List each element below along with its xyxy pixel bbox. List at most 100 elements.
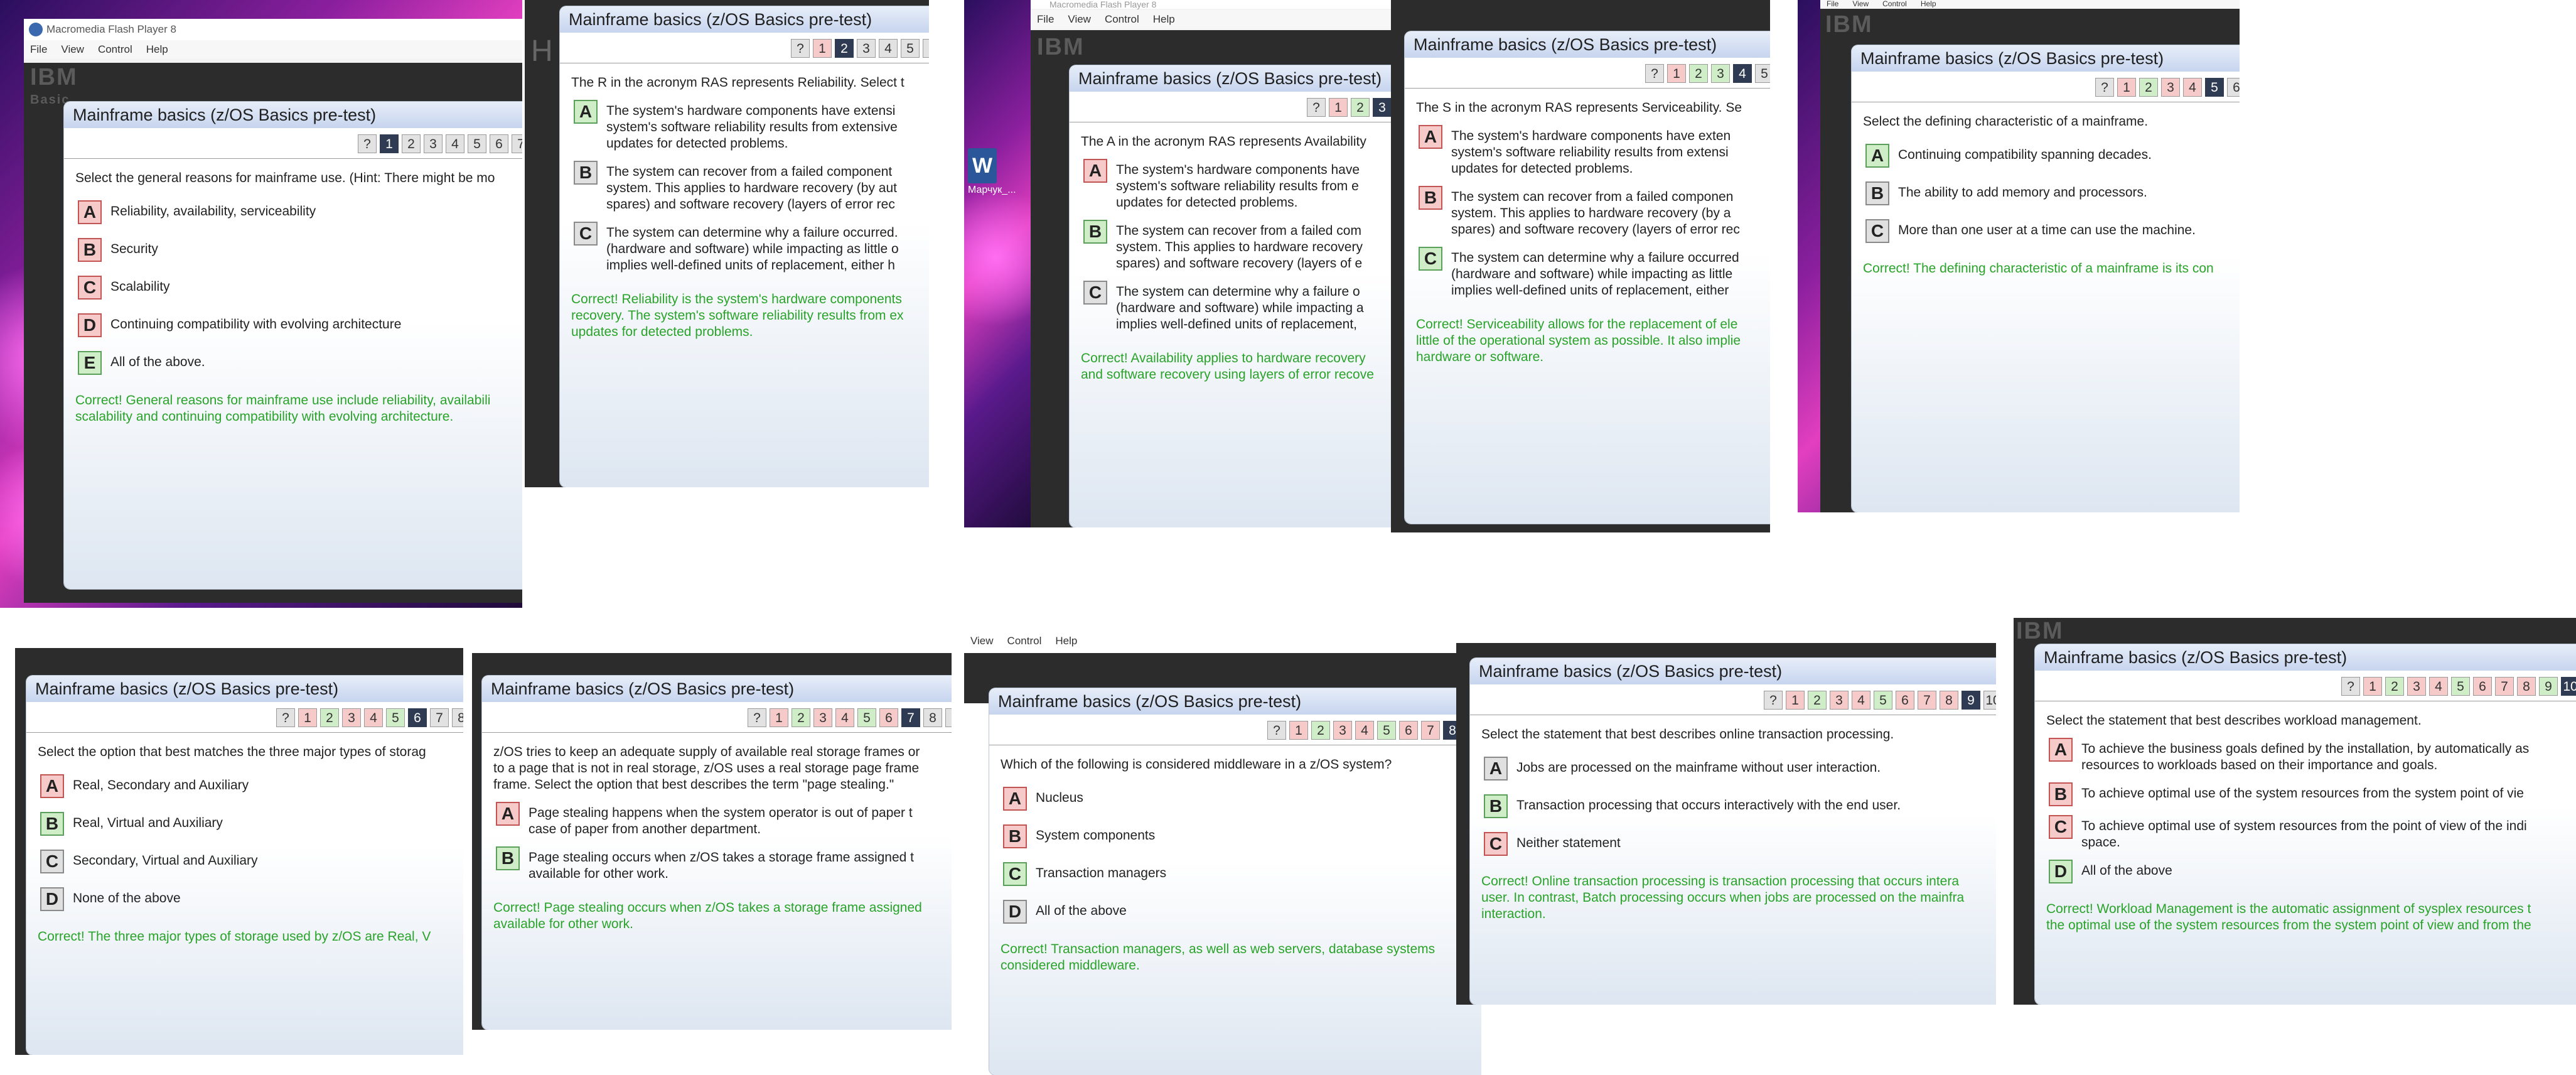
nav-help-button[interactable]: ? bbox=[2341, 677, 2360, 696]
nav-question-2-button[interactable]: 2 bbox=[835, 39, 854, 58]
nav-question-6-button[interactable]: 6 bbox=[1896, 691, 1914, 710]
menu-view[interactable]: View bbox=[970, 635, 994, 647]
answer-option-c[interactable]: C The system can determine why a failure … bbox=[1405, 238, 1770, 299]
nav-question-1-button[interactable]: 1 bbox=[298, 708, 317, 727]
menu-help[interactable]: Help bbox=[1055, 635, 1077, 647]
answer-option-a[interactable]: A Page stealing happens when the system o… bbox=[482, 793, 952, 838]
nav-question-5-button[interactable]: 5 bbox=[1377, 721, 1396, 740]
nav-question-2-button[interactable]: 2 bbox=[2385, 677, 2404, 696]
nav-question-7-button[interactable]: 7 bbox=[430, 708, 449, 727]
menu-control[interactable]: Control bbox=[1882, 0, 1907, 8]
answer-letter-b[interactable]: B bbox=[40, 812, 64, 836]
answer-option-b[interactable]: B Page stealing occurs when z/OS takes a … bbox=[482, 838, 952, 882]
menu-help[interactable]: Help bbox=[1921, 0, 1936, 8]
nav-question-1-button[interactable]: 1 bbox=[813, 39, 832, 58]
nav-question-7-button[interactable]: 7 bbox=[901, 708, 920, 727]
answer-option-b[interactable]: B System components bbox=[989, 811, 1481, 848]
menu-control[interactable]: Control bbox=[98, 43, 132, 56]
nav-question-3-button[interactable]: 3 bbox=[424, 134, 443, 153]
nav-help-button[interactable]: ? bbox=[276, 708, 295, 727]
answer-option-b[interactable]: B The system can recover from a failed co… bbox=[1405, 177, 1770, 238]
nav-question-9-button[interactable]: 9 bbox=[1962, 691, 1980, 710]
answer-letter-d[interactable]: D bbox=[1003, 900, 1027, 924]
menu-file[interactable]: File bbox=[30, 43, 47, 56]
answer-letter-c[interactable]: C bbox=[1083, 281, 1107, 305]
menu-help[interactable]: Help bbox=[1153, 13, 1175, 26]
nav-question-5-button[interactable]: 5 bbox=[468, 134, 486, 153]
menu-help[interactable]: Help bbox=[146, 43, 168, 56]
nav-help-button[interactable]: ? bbox=[1645, 64, 1664, 83]
nav-question-5-button[interactable]: 5 bbox=[2451, 677, 2470, 696]
word-document-icon[interactable]: W Марчук_... bbox=[968, 148, 1016, 196]
nav-question-4-button[interactable]: 4 bbox=[1355, 721, 1374, 740]
nav-question-3-button[interactable]: 3 bbox=[2407, 677, 2426, 696]
nav-question-7-button[interactable]: 7 bbox=[1421, 721, 1440, 740]
answer-letter-a[interactable]: A bbox=[1083, 159, 1107, 183]
nav-question-1-button[interactable]: 1 bbox=[2363, 677, 2382, 696]
answer-letter-c[interactable]: C bbox=[2049, 815, 2073, 839]
answer-option-b[interactable]: B The ability to add memory and processor… bbox=[1852, 168, 2240, 205]
answer-letter-a[interactable]: A bbox=[496, 802, 520, 826]
menu-file[interactable]: File bbox=[1827, 0, 1838, 8]
menu-control[interactable]: Control bbox=[1007, 635, 1042, 647]
answer-option-c[interactable]: C The system can determine why a failure … bbox=[1070, 272, 1391, 333]
nav-question-2-button[interactable]: 2 bbox=[1689, 64, 1708, 83]
nav-question-3-button[interactable]: 3 bbox=[857, 39, 876, 58]
answer-letter-a[interactable]: A bbox=[40, 774, 64, 798]
answer-letter-c[interactable]: C bbox=[1484, 832, 1508, 856]
nav-question-3-button[interactable]: 3 bbox=[1830, 691, 1849, 710]
answer-option-b[interactable]: B To achieve optimal use of the system re… bbox=[2035, 774, 2576, 806]
nav-question-7-button[interactable]: 7 bbox=[2495, 677, 2514, 696]
menu-control[interactable]: Control bbox=[1105, 13, 1139, 26]
nav-question-4-button[interactable]: 4 bbox=[446, 134, 464, 153]
answer-letter-c[interactable]: C bbox=[1419, 247, 1442, 271]
nav-question-5-button[interactable]: 5 bbox=[2205, 78, 2224, 97]
nav-question-6-button[interactable]: 6 bbox=[408, 708, 427, 727]
nav-question-6-button[interactable]: 6 bbox=[490, 134, 508, 153]
answer-option-a[interactable]: A The system's hardware components have e… bbox=[560, 91, 929, 152]
nav-question-3-button[interactable]: 3 bbox=[2161, 78, 2180, 97]
answer-option-a[interactable]: A Jobs are processed on the mainframe wit… bbox=[1470, 743, 1996, 781]
answer-letter-b[interactable]: B bbox=[1003, 824, 1027, 848]
answer-option-d[interactable]: D Continuing compatibility with evolving … bbox=[64, 300, 522, 337]
answer-letter-b[interactable]: B bbox=[496, 846, 520, 870]
nav-question-7-button[interactable]: 7 bbox=[1918, 691, 1936, 710]
nav-help-button[interactable]: ? bbox=[1764, 691, 1783, 710]
nav-question-6-button[interactable]: 6 bbox=[1399, 721, 1418, 740]
nav-question-8-button[interactable]: 8 bbox=[923, 708, 942, 727]
nav-question-3-button[interactable]: 3 bbox=[813, 708, 832, 727]
nav-question-8-button[interactable]: 8 bbox=[2517, 677, 2536, 696]
answer-letter-b[interactable]: B bbox=[1484, 794, 1508, 818]
menu-view[interactable]: View bbox=[1068, 13, 1091, 26]
nav-question-5-button[interactable]: 5 bbox=[1755, 64, 1770, 83]
nav-question-1-button[interactable]: 1 bbox=[1667, 64, 1686, 83]
nav-question-3-button[interactable]: 3 bbox=[1711, 64, 1730, 83]
nav-question-9-button[interactable]: 9 bbox=[2539, 677, 2558, 696]
nav-question-7-button[interactable]: 7 bbox=[512, 134, 522, 153]
nav-question-5-button[interactable]: 5 bbox=[901, 39, 920, 58]
nav-question-2-button[interactable]: 2 bbox=[402, 134, 421, 153]
answer-letter-b[interactable]: B bbox=[78, 238, 102, 262]
nav-question-9-button[interactable]: 9 bbox=[945, 708, 952, 727]
nav-help-button[interactable]: ? bbox=[1267, 721, 1286, 740]
menu-view[interactable]: View bbox=[61, 43, 84, 56]
nav-help-button[interactable]: ? bbox=[358, 134, 377, 153]
nav-question-6-button[interactable]: 6 bbox=[2473, 677, 2492, 696]
answer-option-a[interactable]: A Real, Secondary and Auxiliary bbox=[26, 760, 463, 798]
answer-option-a[interactable]: A Reliability, availability, serviceabili… bbox=[64, 186, 522, 224]
nav-question-3-button[interactable]: 3 bbox=[342, 708, 361, 727]
answer-option-c[interactable]: C Scalability bbox=[64, 262, 522, 300]
nav-question-1-button[interactable]: 1 bbox=[380, 134, 399, 153]
nav-question-4-button[interactable]: 4 bbox=[1733, 64, 1752, 83]
nav-help-button[interactable]: ? bbox=[1307, 98, 1326, 117]
nav-question-1-button[interactable]: 1 bbox=[1786, 691, 1805, 710]
answer-option-c[interactable]: C Neither statement bbox=[1470, 818, 1996, 856]
answer-letter-c[interactable]: C bbox=[1865, 219, 1889, 243]
nav-question-6-button[interactable]: 6 bbox=[879, 708, 898, 727]
nav-question-10-button[interactable]: 10 bbox=[2561, 677, 2576, 696]
answer-option-b[interactable]: B The system can recover from a failed co… bbox=[1070, 211, 1391, 272]
answer-letter-b[interactable]: B bbox=[1083, 220, 1107, 244]
nav-help-button[interactable]: ? bbox=[2095, 78, 2114, 97]
nav-question-4-button[interactable]: 4 bbox=[1852, 691, 1870, 710]
menu-view[interactable]: View bbox=[1852, 0, 1869, 8]
